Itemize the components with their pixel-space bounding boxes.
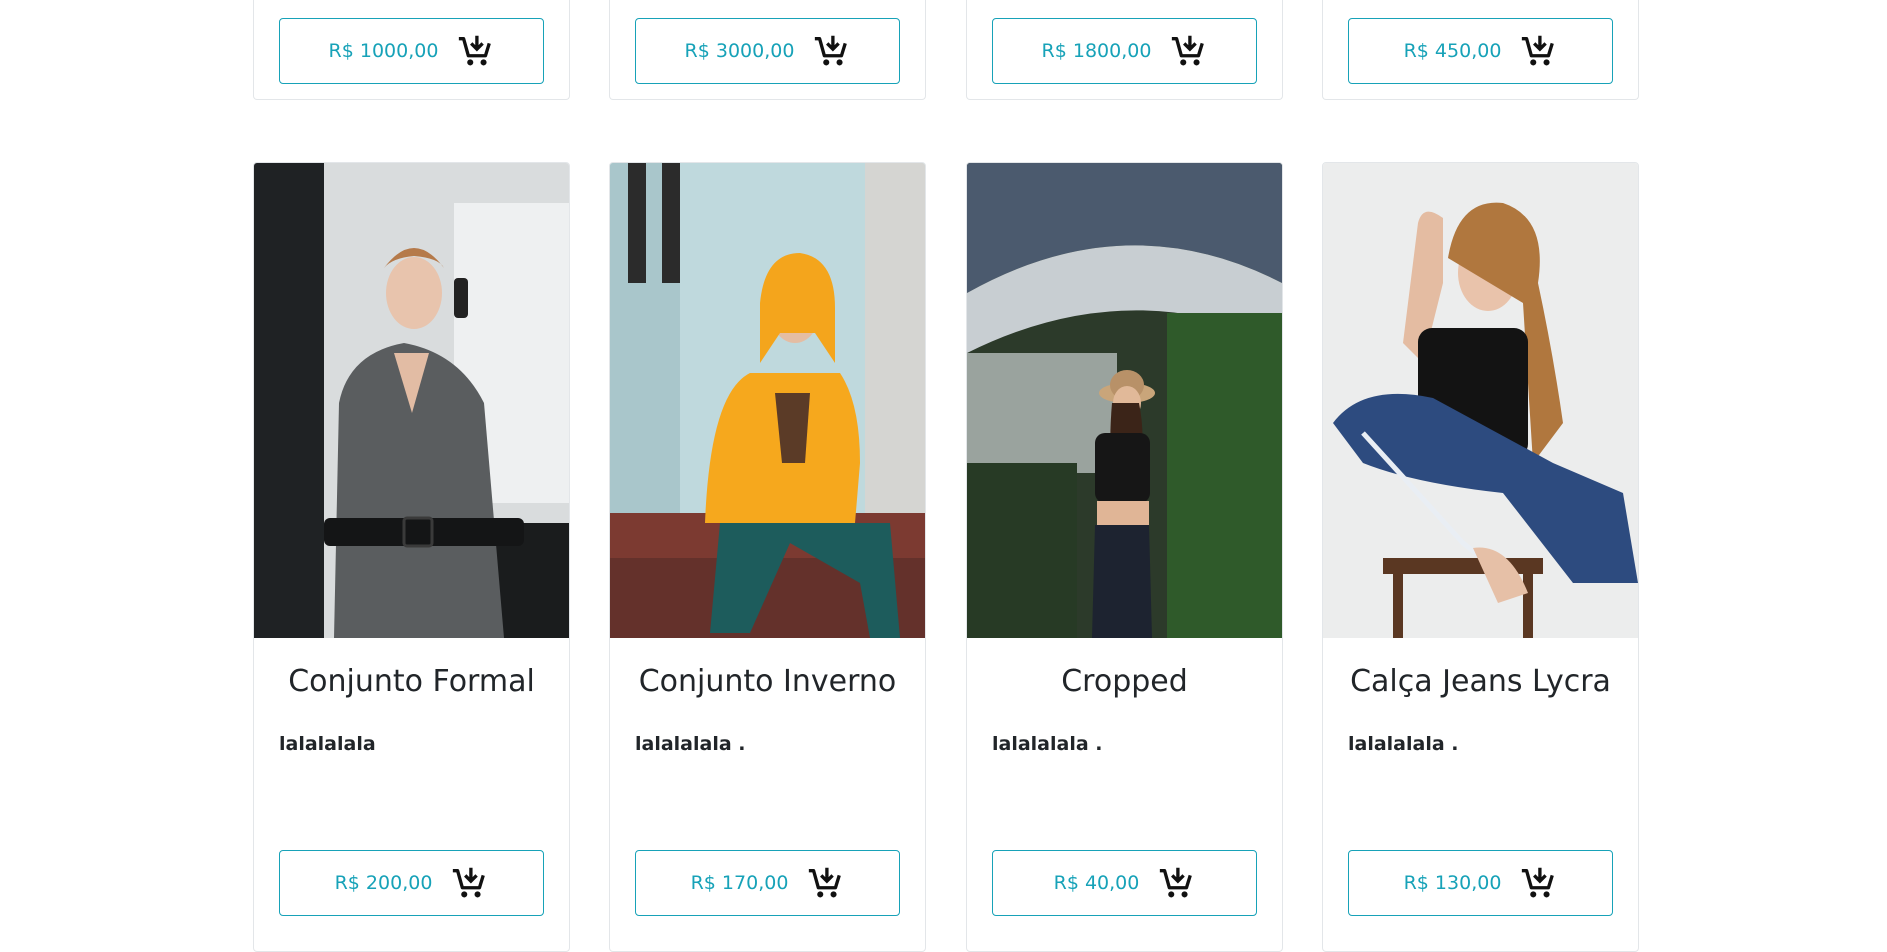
product-image[interactable] — [254, 163, 569, 638]
product-card: R$ 3000,00 — [609, 0, 926, 100]
product-image[interactable] — [967, 163, 1282, 638]
add-to-cart-button[interactable]: R$ 450,00 — [1348, 18, 1613, 84]
add-to-cart-button[interactable]: R$ 1000,00 — [279, 18, 544, 84]
product-card: R$ 1000,00 — [253, 0, 570, 100]
add-to-cart-icon — [1519, 864, 1557, 902]
price-label: R$ 1000,00 — [328, 40, 439, 62]
product-grid: R$ 1000,00 R$ 3000,00 R$ 1800,00 R$ 450,… — [0, 0, 1887, 952]
product-card: Conjunto Formal lalalalala R$ 200,00 — [253, 162, 570, 952]
product-image[interactable] — [610, 163, 925, 638]
add-to-cart-icon — [1169, 32, 1207, 70]
product-title: Calça Jeans Lycra — [1350, 664, 1611, 699]
product-description: lalalalala . — [1348, 733, 1459, 755]
product-card: Calça Jeans Lycra lalalalala . R$ 130,00 — [1322, 162, 1639, 952]
price-label: R$ 130,00 — [1403, 872, 1502, 894]
product-image[interactable] — [1323, 163, 1638, 638]
add-to-cart-icon — [450, 864, 488, 902]
price-label: R$ 450,00 — [1403, 40, 1502, 62]
price-label: R$ 1800,00 — [1041, 40, 1152, 62]
add-to-cart-icon — [1157, 864, 1195, 902]
price-label: R$ 40,00 — [1053, 872, 1140, 894]
add-to-cart-icon — [806, 864, 844, 902]
add-to-cart-icon — [1519, 32, 1557, 70]
add-to-cart-icon — [456, 32, 494, 70]
product-title: Conjunto Inverno — [638, 664, 897, 699]
product-card: Cropped lalalalala . R$ 40,00 — [966, 162, 1283, 952]
add-to-cart-button[interactable]: R$ 170,00 — [635, 850, 900, 916]
product-title: Cropped — [1061, 664, 1188, 699]
price-label: R$ 200,00 — [334, 872, 433, 894]
product-card: R$ 450,00 — [1322, 0, 1639, 100]
add-to-cart-button[interactable]: R$ 1800,00 — [992, 18, 1257, 84]
add-to-cart-button[interactable]: R$ 40,00 — [992, 850, 1257, 916]
add-to-cart-button[interactable]: R$ 130,00 — [1348, 850, 1613, 916]
product-description: lalalalala — [279, 733, 376, 755]
price-label: R$ 3000,00 — [684, 40, 795, 62]
product-card: R$ 1800,00 — [966, 0, 1283, 100]
add-to-cart-icon — [812, 32, 850, 70]
product-card: Conjunto Inverno lalalalala . R$ 170,00 — [609, 162, 926, 952]
add-to-cart-button[interactable]: R$ 200,00 — [279, 850, 544, 916]
product-title: Conjunto Formal — [288, 664, 535, 699]
product-description: lalalalala . — [992, 733, 1103, 755]
add-to-cart-button[interactable]: R$ 3000,00 — [635, 18, 900, 84]
price-label: R$ 170,00 — [690, 872, 789, 894]
product-description: lalalalala . — [635, 733, 746, 755]
